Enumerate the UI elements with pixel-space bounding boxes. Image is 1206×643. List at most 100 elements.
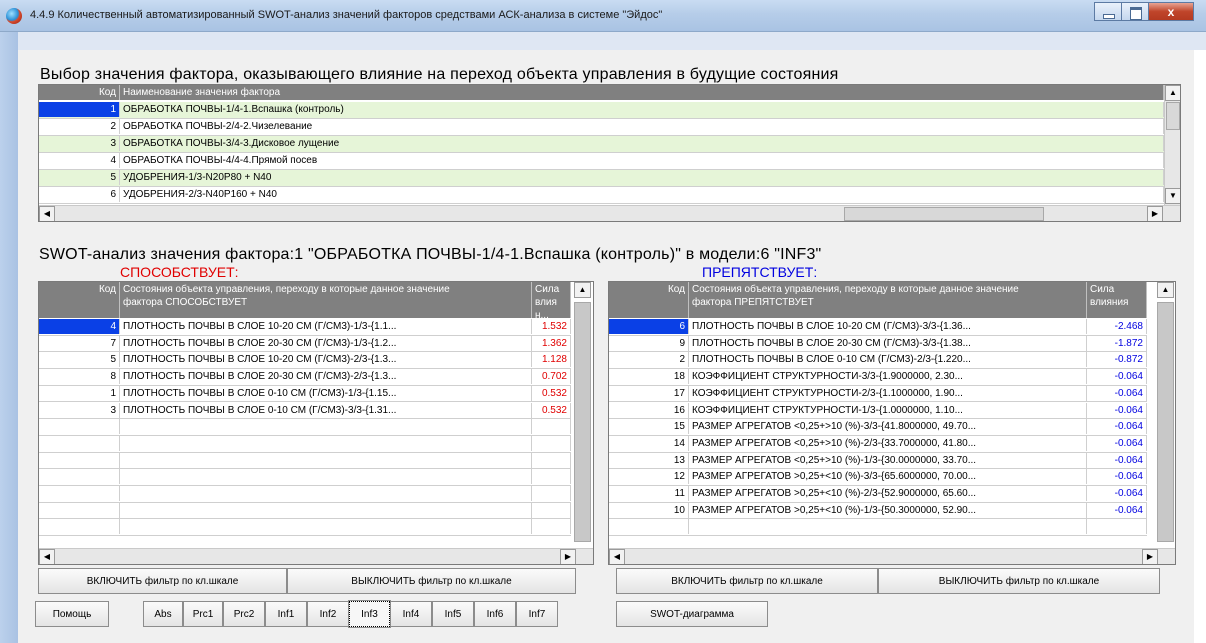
column-header-code[interactable]: Код xyxy=(39,85,120,100)
factor-grid[interactable]: Код Наименование значения фактора 1 ОБРАБ… xyxy=(38,84,1181,222)
state-code: 2 xyxy=(609,352,689,368)
column-header-name[interactable]: Наименование значения фактора xyxy=(120,85,1164,100)
factor-row[interactable]: 4 ОБРАБОТКА ПОЧВЫ-4/4-4.Прямой посев xyxy=(39,153,1164,170)
swot-row[interactable]: 18 КОЭФФИЦИЕНТ СТРУКТУРНОСТИ-3/3-{1.90000… xyxy=(609,369,1147,386)
swot-row[interactable]: 6 ПЛОТНОСТЬ ПОЧВЫ В СЛОЕ 10-20 СМ (Г/СМ3)… xyxy=(609,319,1147,336)
swot-row[interactable]: 17 КОЭФФИЦИЕНТ СТРУКТУРНОСТИ-2/3-{1.10000… xyxy=(609,385,1147,403)
state-name: ПЛОТНОСТЬ ПОЧВЫ В СЛОЕ 0-10 СМ (Г/СМ3)-2… xyxy=(689,352,1087,368)
model-button-inf6[interactable]: Inf6 xyxy=(474,601,516,627)
model-button-prc1[interactable]: Prc1 xyxy=(183,601,223,627)
scroll-right-icon[interactable]: ▶ xyxy=(560,549,576,564)
factor-grid-header: Код Наименование значения фактора xyxy=(39,85,1164,100)
scroll-thumb[interactable] xyxy=(844,207,1044,221)
influence-value: -0.064 xyxy=(1087,452,1147,468)
swot-row[interactable]: 13 РАЗМЕР АГРЕГАТОВ <0,25+>10 (%)-1/3-{30… xyxy=(609,452,1147,470)
column-header-strength[interactable]: Сила влиян... xyxy=(532,282,571,318)
maximize-icon[interactable] xyxy=(1121,2,1148,21)
factor-row[interactable]: 1 ОБРАБОТКА ПОЧВЫ-1/4-1.Вспашка (контроль… xyxy=(39,102,1164,119)
scroll-up-icon[interactable]: ▲ xyxy=(1157,282,1174,298)
swot-row[interactable]: 1 ПЛОТНОСТЬ ПОЧВЫ В СЛОЕ 0-10 СМ (Г/СМ3)-… xyxy=(39,385,571,403)
swot-row[interactable]: 2 ПЛОТНОСТЬ ПОЧВЫ В СЛОЕ 0-10 СМ (Г/СМ3)-… xyxy=(609,352,1147,370)
factor-code: 5 xyxy=(39,170,120,185)
swot-row[interactable]: 8 ПЛОТНОСТЬ ПОЧВЫ В СЛОЕ 20-30 СМ (Г/СМ3)… xyxy=(39,369,571,386)
minimize-icon[interactable] xyxy=(1094,2,1121,21)
scroll-right-icon[interactable]: ▶ xyxy=(1147,206,1163,221)
influence-value: 1.532 xyxy=(532,319,571,334)
model-button-inf2[interactable]: Inf2 xyxy=(307,601,349,627)
scroll-down-icon[interactable]: ▼ xyxy=(1165,188,1180,204)
swot-row[interactable]: 16 КОЭФФИЦИЕНТ СТРУКТУРНОСТИ-1/3-{1.00000… xyxy=(609,402,1147,420)
factor-code: 1 xyxy=(39,102,120,117)
empty-row xyxy=(39,419,571,436)
enable-filter-right-button[interactable]: ВКЛЮЧИТЬ фильтр по кл.шкале xyxy=(616,568,878,594)
scroll-right-icon[interactable]: ▶ xyxy=(1142,549,1158,564)
enable-filter-left-button[interactable]: ВКЛЮЧИТЬ фильтр по кл.шкале xyxy=(38,568,287,594)
hinders-grid[interactable]: Код Состояния объекта управления, перехо… xyxy=(608,281,1176,565)
factor-code: 3 xyxy=(39,136,120,151)
close-icon[interactable]: x xyxy=(1148,2,1194,21)
promotes-vertical-scrollbar[interactable]: ▲ xyxy=(571,282,593,548)
state-code xyxy=(39,469,120,485)
swot-row[interactable]: 4 ПЛОТНОСТЬ ПОЧВЫ В СЛОЕ 10-20 СМ (Г/СМ3)… xyxy=(39,319,571,336)
column-header-code[interactable]: Код xyxy=(609,282,689,318)
column-header-states[interactable]: Состояния объекта управления, переходу в… xyxy=(689,282,1087,318)
state-name: ПЛОТНОСТЬ ПОЧВЫ В СЛОЕ 0-10 СМ (Г/СМ3)-1… xyxy=(120,385,532,401)
factor-row[interactable]: 5 УДОБРЕНИЯ-1/3-N20P80 + N40 xyxy=(39,170,1164,187)
scroll-thumb[interactable] xyxy=(1157,302,1174,542)
state-name: ПЛОТНОСТЬ ПОЧВЫ В СЛОЕ 20-30 СМ (Г/СМ3)-… xyxy=(120,335,532,351)
model-button-inf4[interactable]: Inf4 xyxy=(390,601,432,627)
swot-row[interactable]: 11 РАЗМЕР АГРЕГАТОВ >0,25+<10 (%)-2/3-{52… xyxy=(609,486,1147,503)
promotes-grid[interactable]: Код Состояния объекта управления, перехо… xyxy=(38,281,594,565)
model-button-inf7[interactable]: Inf7 xyxy=(516,601,558,627)
model-button-inf3[interactable]: Inf3 xyxy=(348,600,391,628)
scroll-up-icon[interactable]: ▲ xyxy=(1165,85,1180,101)
influence-value: 1.128 xyxy=(532,352,571,368)
influence-value: -0.064 xyxy=(1087,419,1147,435)
column-header-states[interactable]: Состояния объекта управления, переходу в… xyxy=(120,282,532,318)
scroll-left-icon[interactable]: ◀ xyxy=(609,549,625,564)
swot-row[interactable]: 9 ПЛОТНОСТЬ ПОЧВЫ В СЛОЕ 20-30 СМ (Г/СМ3)… xyxy=(609,335,1147,353)
swot-row[interactable]: 14 РАЗМЕР АГРЕГАТОВ <0,25+>10 (%)-2/3-{33… xyxy=(609,435,1147,453)
influence-value: -0.064 xyxy=(1087,486,1147,501)
scroll-up-icon[interactable]: ▲ xyxy=(574,282,591,298)
disable-filter-right-button[interactable]: ВЫКЛЮЧИТЬ фильтр по кл.шкале xyxy=(878,568,1160,594)
model-button-abs[interactable]: Abs xyxy=(143,601,183,627)
column-header-strength[interactable]: Сила влияния xyxy=(1087,282,1147,318)
help-button[interactable]: Помощь xyxy=(35,601,109,627)
factor-code: 2 xyxy=(39,119,120,134)
factor-row[interactable]: 3 ОБРАБОТКА ПОЧВЫ-3/4-3.Дисковое лущение xyxy=(39,136,1164,153)
scroll-left-icon[interactable]: ◀ xyxy=(39,206,55,221)
factor-row[interactable]: 6 УДОБРЕНИЯ-2/3-N40P160 + N40 xyxy=(39,187,1164,204)
factor-row[interactable]: 2 ОБРАБОТКА ПОЧВЫ-2/4-2.Чизелевание xyxy=(39,119,1164,136)
state-name: РАЗМЕР АГРЕГАТОВ >0,25+<10 (%)-3/3-{65.6… xyxy=(689,469,1087,485)
hinders-horizontal-scrollbar[interactable]: ◀ ▶ xyxy=(609,548,1175,564)
column-header-code[interactable]: Код xyxy=(39,282,120,318)
app-icon[interactable] xyxy=(6,8,22,24)
state-code: 13 xyxy=(609,452,689,468)
state-code: 1 xyxy=(39,385,120,401)
swot-row[interactable]: 3 ПЛОТНОСТЬ ПОЧВЫ В СЛОЕ 0-10 СМ (Г/СМ3)-… xyxy=(39,402,571,420)
empty-row xyxy=(39,435,571,453)
factor-vertical-scrollbar[interactable]: ▲ ▼ xyxy=(1164,85,1180,205)
scroll-thumb[interactable] xyxy=(1166,102,1180,130)
swot-diagram-button[interactable]: SWOT-диаграмма xyxy=(616,601,768,627)
empty-row xyxy=(39,519,571,537)
model-button-inf1[interactable]: Inf1 xyxy=(265,601,307,627)
scroll-thumb[interactable] xyxy=(574,302,591,542)
hinders-vertical-scrollbar[interactable]: ▲ xyxy=(1154,282,1175,548)
factor-section-heading: Выбор значения фактора, оказывающего вли… xyxy=(40,66,839,83)
model-button-inf5[interactable]: Inf5 xyxy=(432,601,474,627)
disable-filter-left-button[interactable]: ВЫКЛЮЧИТЬ фильтр по кл.шкале xyxy=(287,568,576,594)
swot-row[interactable]: 12 РАЗМЕР АГРЕГАТОВ >0,25+<10 (%)-3/3-{65… xyxy=(609,469,1147,486)
swot-row[interactable]: 5 ПЛОТНОСТЬ ПОЧВЫ В СЛОЕ 10-20 СМ (Г/СМ3)… xyxy=(39,352,571,370)
promotes-horizontal-scrollbar[interactable]: ◀ ▶ xyxy=(39,548,593,564)
swot-row[interactable]: 15 РАЗМЕР АГРЕГАТОВ <0,25+>10 (%)-3/3-{41… xyxy=(609,419,1147,436)
factor-horizontal-scrollbar[interactable]: ◀ ▶ xyxy=(39,205,1180,221)
state-name: КОЭФФИЦИЕНТ СТРУКТУРНОСТИ-3/3-{1.9000000… xyxy=(689,369,1087,385)
influence-value xyxy=(1087,519,1147,535)
swot-row[interactable]: 10 РАЗМЕР АГРЕГАТОВ >0,25+<10 (%)-1/3-{50… xyxy=(609,502,1147,520)
model-button-prc2[interactable]: Prc2 xyxy=(223,601,265,627)
scroll-left-icon[interactable]: ◀ xyxy=(39,549,55,564)
swot-row[interactable]: 7 ПЛОТНОСТЬ ПОЧВЫ В СЛОЕ 20-30 СМ (Г/СМ3)… xyxy=(39,335,571,353)
empty-row xyxy=(39,502,571,520)
